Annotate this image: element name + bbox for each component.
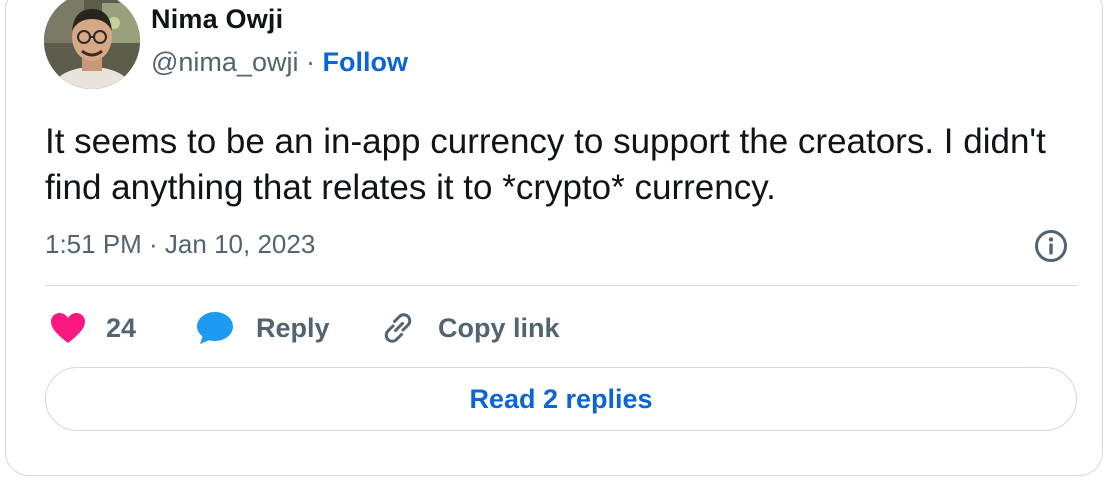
copy-link-button[interactable]: Copy link xyxy=(380,309,560,347)
reply-label: Reply xyxy=(256,312,330,343)
tweet-text: It seems to be an in-app currency to sup… xyxy=(45,122,1046,207)
tweet-timestamp[interactable]: 1:51 PM · Jan 10, 2023 xyxy=(45,229,315,260)
avatar-photo xyxy=(44,0,140,89)
divider xyxy=(45,285,1077,286)
like-button[interactable]: 24 xyxy=(50,309,136,347)
handle-separator: · xyxy=(298,47,323,77)
author-handle-row: @nima_owji · Follow xyxy=(151,47,408,78)
speech-bubble-icon xyxy=(196,311,234,345)
avatar[interactable] xyxy=(44,0,140,89)
link-icon xyxy=(380,310,416,346)
author-name[interactable]: Nima Owji xyxy=(151,4,283,35)
reply-button[interactable]: Reply xyxy=(196,309,330,347)
author-handle[interactable]: @nima_owji xyxy=(151,47,298,77)
heart-icon xyxy=(50,312,86,344)
info-icon[interactable] xyxy=(1034,229,1068,263)
copy-link-label: Copy link xyxy=(438,312,560,343)
tweet-card: Nima Owji @nima_owji · Follow It seems t… xyxy=(5,0,1103,476)
read-replies-button[interactable]: Read 2 replies xyxy=(45,367,1077,431)
like-count: 24 xyxy=(106,312,137,343)
follow-button[interactable]: Follow xyxy=(322,47,407,77)
